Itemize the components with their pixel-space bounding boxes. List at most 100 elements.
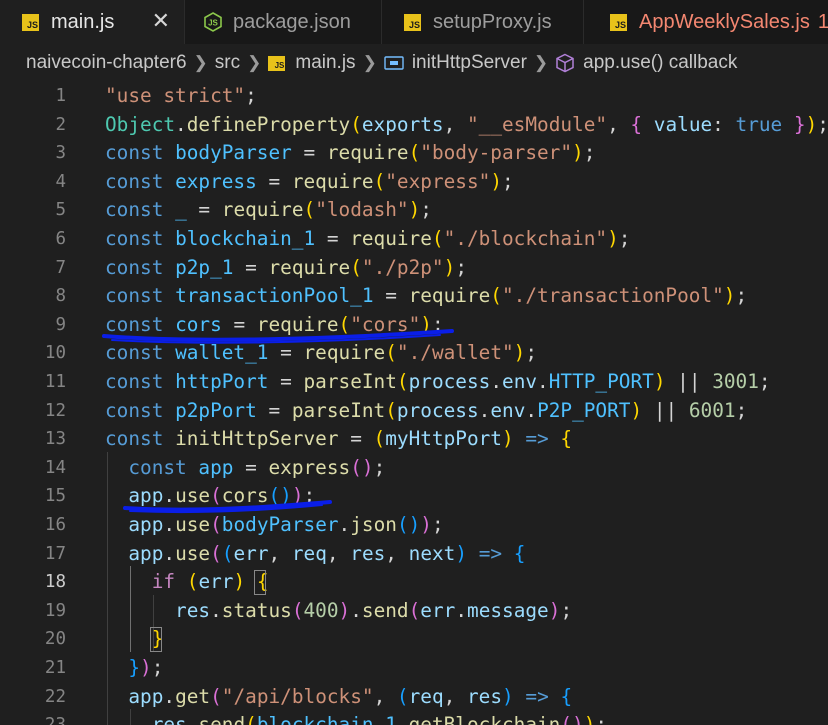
chevron-right-icon: ❯ — [247, 53, 262, 72]
breadcrumb-subfolder[interactable]: src — [215, 52, 240, 74]
breadcrumb-function[interactable]: initHttpServer — [412, 52, 527, 74]
code-line: 13 const initHttpServer = (myHttpPort) =… — [0, 425, 828, 454]
code-editor[interactable]: 1 "use strict"; 2 Object.defineProperty(… — [0, 82, 828, 725]
tab-label: AppWeeklySales.js — [639, 10, 810, 33]
code-text: app.get("/api/blocks", (req, res) => { — [128, 684, 573, 708]
editor-tab-bar: JS main.js ✕ JS package.json JS setupPro… — [0, 0, 828, 44]
code-text: const wallet_1 = require("./wallet"); — [105, 341, 538, 365]
method-cube-icon — [555, 53, 575, 73]
code-line: 8 const transactionPool_1 = require("./t… — [0, 282, 828, 311]
js-file-icon: JS — [404, 13, 421, 31]
line-number: 3 — [55, 143, 66, 164]
code-text: const p2pPort = parseInt(process.env.P2P… — [105, 398, 748, 422]
chevron-right-icon: ❯ — [533, 53, 549, 72]
variable-icon — [384, 55, 404, 71]
line-number: 16 — [44, 515, 66, 535]
code-text: app.use(bodyParser.json()); — [128, 513, 444, 536]
tab-appweeklysales-js[interactable]: JS AppWeeklySales.js 1 — [584, 0, 828, 44]
code-text: Object.defineProperty(exports, "__esModu… — [105, 112, 828, 136]
line-number: 13 — [44, 429, 66, 450]
bracket-match-highlight — [150, 627, 162, 652]
svg-text:JS: JS — [208, 19, 218, 28]
code-text: app.use((err, req, res, next) => { — [128, 541, 526, 565]
code-line: 12 const p2pPort = parseInt(process.env.… — [0, 397, 828, 426]
code-line: 22 app.get("/api/blocks", (req, res) => … — [0, 683, 828, 712]
code-text: const p2p_1 = require("./p2p"); — [105, 255, 467, 279]
line-number: 2 — [55, 114, 66, 135]
js-file-icon: JS — [268, 55, 286, 71]
breadcrumb: naivecoin-chapter6 ❯ src ❯ JS main.js ❯ … — [0, 44, 828, 82]
code-line: 20 } — [0, 625, 828, 654]
code-text: "use strict"; — [105, 84, 257, 107]
line-number: 9 — [55, 314, 66, 335]
code-text: if (err) { — [151, 570, 269, 594]
code-line: 11 const httpPort = parseInt(process.env… — [0, 368, 828, 397]
code-line: 23 res.send(blockchain_1.getBlockchain()… — [0, 711, 828, 725]
line-number: 23 — [0, 711, 66, 725]
code-line: 1 "use strict"; — [0, 82, 828, 111]
line-number: 17 — [44, 543, 66, 564]
close-tab-icon[interactable]: ✕ — [152, 8, 170, 34]
code-text: const bodyParser = require("body-parser"… — [105, 141, 596, 165]
line-number: 21 — [44, 658, 66, 678]
line-number: 19 — [44, 600, 66, 621]
line-number: 4 — [55, 171, 66, 192]
bracket-match-highlight — [254, 570, 266, 595]
breadcrumb-folder[interactable]: naivecoin-chapter6 — [26, 52, 187, 74]
code-line: 5 const _ = require("lodash"); — [0, 196, 828, 225]
line-number: 7 — [55, 257, 66, 278]
code-text: const blockchain_1 = require("./blockcha… — [105, 227, 631, 250]
tab-label: package.json — [233, 10, 351, 33]
code-text: const app = express(); — [128, 455, 386, 479]
code-text: res.send(blockchain_1.getBlockchain()); — [151, 713, 608, 725]
code-text: }); — [128, 656, 164, 679]
tab-package-json[interactable]: JS package.json — [185, 0, 382, 44]
line-number: 18 — [44, 572, 66, 593]
code-text: const initHttpServer = (myHttpPort) => { — [105, 427, 573, 451]
line-number: 1 — [55, 86, 66, 106]
chevron-right-icon: ❯ — [193, 53, 208, 72]
code-text: const transactionPool_1 = require("./tra… — [105, 284, 748, 308]
line-number: 15 — [44, 486, 66, 507]
code-line: 2 Object.defineProperty(exports, "__esMo… — [0, 111, 828, 140]
tab-main-js[interactable]: JS main.js ✕ — [0, 0, 185, 44]
code-line: 17 app.use((err, req, res, next) => { — [0, 540, 828, 569]
code-line: 21 }); — [0, 654, 828, 683]
line-number: 22 — [44, 686, 66, 707]
line-number: 10 — [44, 343, 66, 364]
code-line: 4 const express = require("express"); — [0, 168, 828, 197]
code-line: 7 const p2p_1 = require("./p2p"); — [0, 254, 828, 283]
code-text: const httpPort = parseInt(process.env.HT… — [105, 370, 771, 393]
line-number: 14 — [44, 457, 66, 478]
code-line: 14 const app = express(); — [0, 454, 828, 483]
code-text: res.status(400).send(err.message); — [175, 598, 573, 622]
code-text: app.use(cors()); — [128, 484, 316, 508]
breadcrumb-file[interactable]: main.js — [295, 52, 355, 74]
line-number: 12 — [44, 400, 66, 421]
js-file-icon: JS — [22, 13, 39, 31]
nodejs-icon: JS — [204, 12, 222, 32]
tab-label: main.js — [51, 10, 115, 33]
chevron-right-icon: ❯ — [362, 53, 377, 72]
code-line: 15 app.use(cors()); — [0, 482, 828, 511]
code-line: 10 const wallet_1 = require("./wallet"); — [0, 339, 828, 368]
code-line: 16 app.use(bodyParser.json()); — [0, 511, 828, 540]
code-text: const express = require("express"); — [105, 169, 514, 193]
tab-label: setupProxy.js — [433, 10, 552, 33]
code-line: 6 const blockchain_1 = require("./blockc… — [0, 225, 828, 254]
code-text: const cors = require("cors"); — [105, 312, 444, 336]
code-line: 19 res.status(400).send(err.message); — [0, 597, 828, 626]
line-number: 6 — [55, 229, 66, 249]
code-text: const _ = require("lodash"); — [105, 198, 432, 222]
problem-count-badge: 1 — [817, 10, 828, 33]
breadcrumb-callback[interactable]: app.use() callback — [583, 52, 737, 74]
line-number: 20 — [44, 629, 66, 650]
code-line: 3 const bodyParser = require("body-parse… — [0, 139, 828, 168]
code-line: 9 const cors = require("cors"); — [0, 311, 828, 340]
tab-setupproxy-js[interactable]: JS setupProxy.js — [382, 0, 584, 44]
js-file-icon: JS — [610, 13, 627, 31]
code-line-current: 18 if (err) { — [0, 568, 828, 597]
line-number: 8 — [55, 286, 66, 307]
line-number: 11 — [44, 372, 66, 392]
line-number: 5 — [55, 200, 66, 221]
